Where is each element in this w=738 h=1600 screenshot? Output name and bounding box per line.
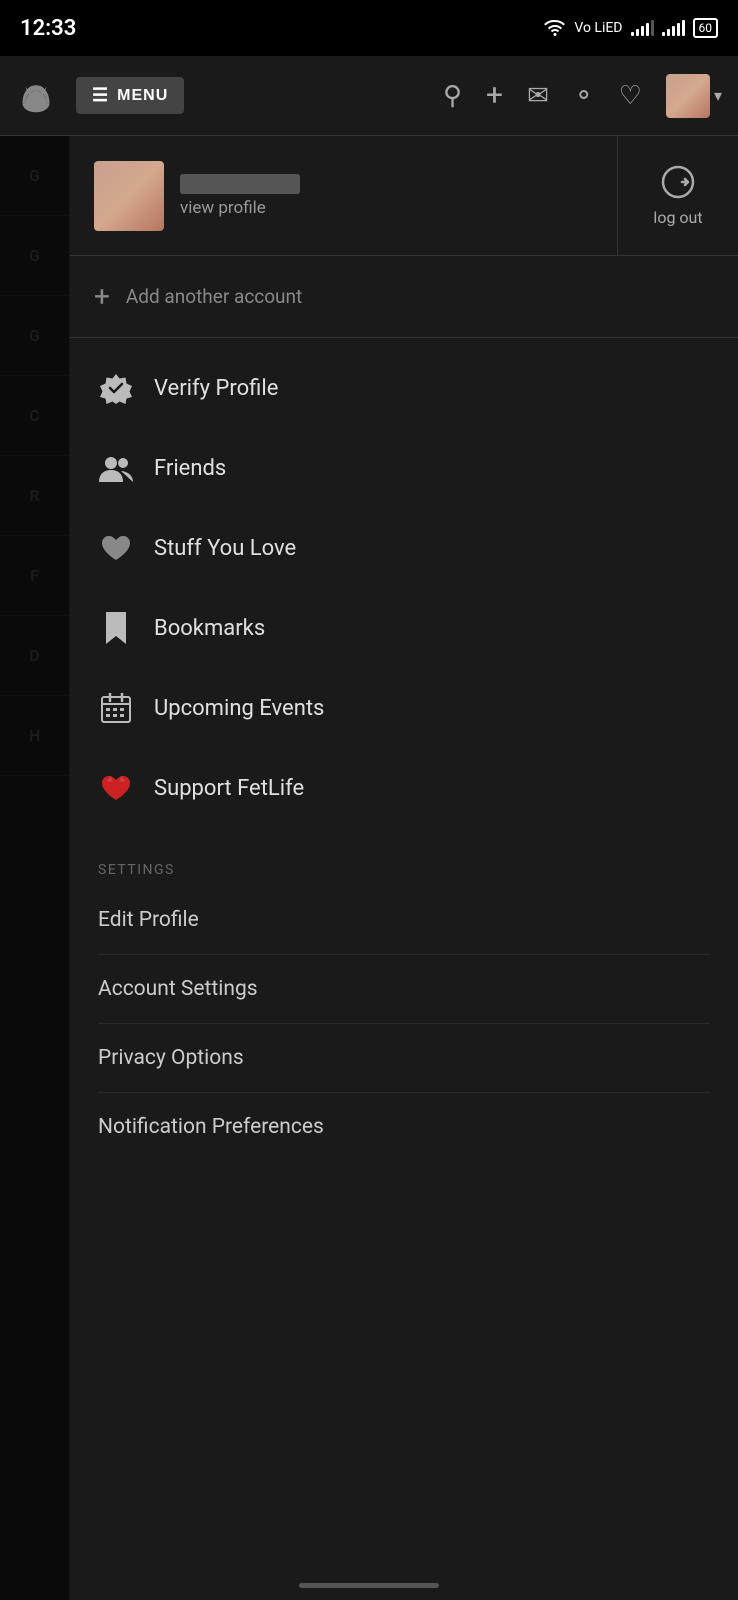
friends-icon bbox=[98, 450, 134, 486]
user-icon[interactable]: ⚬ bbox=[573, 81, 595, 111]
profile-section: view profile log out bbox=[70, 136, 738, 256]
wifi-icon bbox=[544, 20, 566, 36]
settings-privacy-options[interactable]: Privacy Options bbox=[98, 1023, 710, 1092]
nav-bar: ☰ MENU ⚲ + ✉ ⚬ ♡ ▾ bbox=[0, 56, 738, 136]
settings-items: Edit Profile Account Settings Privacy Op… bbox=[98, 886, 710, 1161]
support-icon bbox=[98, 770, 134, 806]
status-icons: Vo LiED 60 bbox=[544, 18, 718, 38]
add-account-row[interactable]: + Add another account bbox=[70, 256, 738, 338]
signal-bars-r bbox=[631, 20, 654, 36]
status-bar: 12:33 Vo LiED 60 bbox=[0, 0, 738, 56]
upcoming-events-label: Upcoming Events bbox=[154, 696, 324, 721]
bookmarks-label: Bookmarks bbox=[154, 616, 265, 641]
add-icon[interactable]: + bbox=[486, 78, 503, 113]
menu-item-bookmarks[interactable]: Bookmarks bbox=[70, 588, 738, 668]
add-account-label: Add another account bbox=[126, 285, 302, 308]
profile-username-blurred bbox=[180, 174, 300, 194]
nav-icons: ⚲ + ✉ ⚬ ♡ ▾ bbox=[443, 74, 722, 118]
menu-item-support-fetlife[interactable]: Support FetLife bbox=[70, 748, 738, 828]
user-avatar-nav[interactable] bbox=[666, 74, 710, 118]
logo-icon bbox=[18, 78, 54, 114]
settings-edit-profile[interactable]: Edit Profile bbox=[98, 886, 710, 954]
avatar-dropdown-arrow[interactable]: ▾ bbox=[714, 86, 722, 105]
menu-item-upcoming-events[interactable]: Upcoming Events bbox=[70, 668, 738, 748]
view-profile-link[interactable]: view profile bbox=[180, 198, 300, 218]
verify-icon bbox=[98, 370, 134, 406]
settings-notification-preferences[interactable]: Notification Preferences bbox=[98, 1092, 710, 1161]
mail-icon[interactable]: ✉ bbox=[527, 81, 549, 111]
stuff-you-love-label: Stuff You Love bbox=[154, 536, 296, 561]
logout-button[interactable]: log out bbox=[618, 136, 738, 255]
profile-avatar bbox=[94, 161, 164, 231]
fetlife-logo bbox=[16, 76, 56, 116]
vo-icon: Vo LiED bbox=[574, 20, 622, 36]
sidebar-menu-panel: view profile log out + Add another accou… bbox=[70, 136, 738, 1600]
home-indicator bbox=[299, 1583, 439, 1588]
hamburger-icon: ☰ bbox=[92, 85, 109, 106]
signal-bars-2 bbox=[662, 20, 685, 36]
menu-item-friends[interactable]: Friends bbox=[70, 428, 738, 508]
friends-label: Friends bbox=[154, 456, 226, 481]
support-fetlife-label: Support FetLife bbox=[154, 776, 304, 801]
logout-icon bbox=[660, 164, 696, 200]
bookmark-icon bbox=[98, 610, 134, 646]
heart-icon bbox=[98, 530, 134, 566]
menu-button[interactable]: ☰ MENU bbox=[76, 77, 184, 114]
menu-item-stuff-you-love[interactable]: Stuff You Love bbox=[70, 508, 738, 588]
profile-info: view profile bbox=[180, 174, 300, 218]
menu-items-list: Verify Profile Friends Stuff You Love bbox=[70, 338, 738, 838]
menu-item-verify-profile[interactable]: Verify Profile bbox=[70, 348, 738, 428]
logout-label[interactable]: log out bbox=[653, 208, 702, 227]
calendar-icon bbox=[98, 690, 134, 726]
settings-heading: SETTINGS bbox=[98, 862, 710, 878]
profile-left[interactable]: view profile bbox=[70, 136, 618, 255]
settings-account-settings[interactable]: Account Settings bbox=[98, 954, 710, 1023]
search-icon[interactable]: ⚲ bbox=[443, 81, 462, 111]
status-time: 12:33 bbox=[20, 16, 76, 41]
add-account-icon: + bbox=[94, 280, 110, 313]
settings-section: SETTINGS Edit Profile Account Settings P… bbox=[70, 838, 738, 1169]
bell-icon[interactable]: ♡ bbox=[619, 81, 642, 111]
verify-profile-label: Verify Profile bbox=[154, 376, 278, 401]
battery-icon: 60 bbox=[693, 18, 719, 38]
